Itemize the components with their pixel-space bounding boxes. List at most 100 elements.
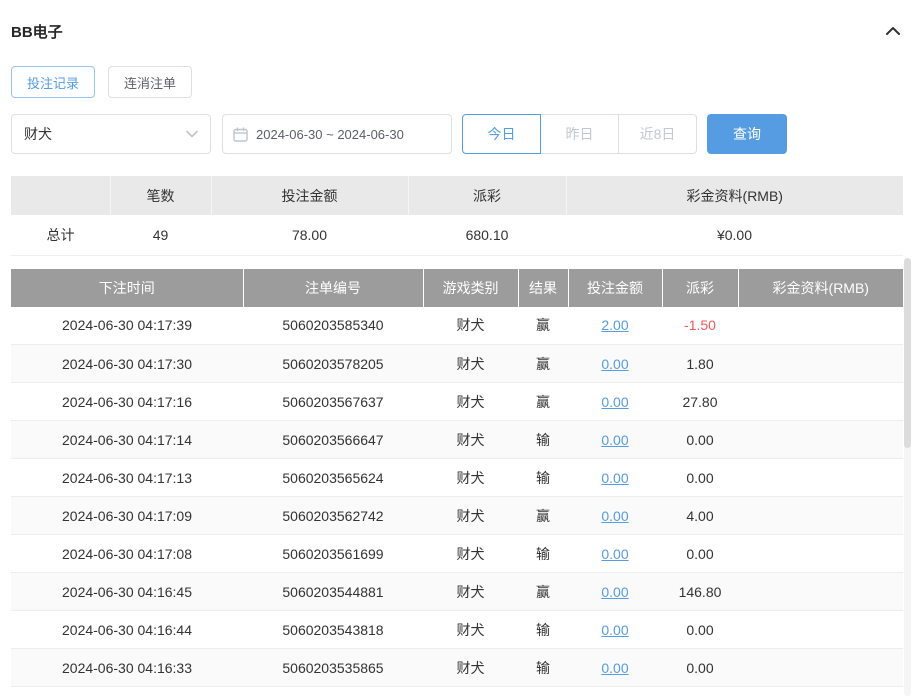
- panel-header: BB电子: [11, 0, 903, 42]
- game-type: 财犬: [423, 306, 518, 345]
- payout-value: 520.40: [662, 686, 738, 698]
- payout-value: 4.00: [662, 496, 738, 535]
- order-id: 5060203566647: [243, 420, 423, 459]
- bet-amount-link[interactable]: 0.00: [601, 622, 628, 638]
- table-row: 2024-06-30 04:17:39 5060203585340 财犬赢 2.00 -…: [11, 306, 903, 345]
- bet-amount-link[interactable]: 0.00: [601, 584, 628, 600]
- quick-range-yesterday[interactable]: 昨日: [540, 114, 619, 154]
- bet-result: 赢: [518, 686, 568, 698]
- game-type: 财犬: [423, 648, 518, 687]
- table-scrollbar-track: [904, 258, 911, 696]
- table-row: 2024-06-30 04:15:565060203507289财犬赢0.005…: [11, 686, 903, 698]
- payout-value: 0.00: [662, 610, 738, 649]
- bet-amount-link[interactable]: 0.00: [601, 546, 628, 562]
- bonus-value: [738, 572, 903, 611]
- chevron-down-icon: [186, 130, 198, 138]
- bet-amount-link[interactable]: 0.00: [601, 508, 628, 524]
- tab-bet-records[interactable]: 投注记录: [11, 66, 96, 98]
- bet-time: 2024-06-30 04:17:39: [11, 306, 243, 345]
- summary-total-count: 49: [110, 215, 211, 256]
- order-id: 5060203507289: [243, 686, 423, 698]
- quick-range-last8days[interactable]: 近8日: [618, 114, 697, 154]
- summary-total-bet: 78.00: [211, 215, 408, 256]
- table-row: 2024-06-30 04:16:44 5060203543818 财犬输 0.00 0…: [11, 610, 903, 649]
- quick-range-today[interactable]: 今日: [462, 114, 541, 154]
- summary-total-label: 总计: [11, 215, 110, 256]
- bet-amount-link[interactable]: 0.00: [601, 470, 628, 486]
- bet-time: 2024-06-30 04:15:56: [11, 686, 243, 698]
- header-bonus: 彩金资料(RMB): [738, 268, 903, 307]
- bonus-value: [738, 382, 903, 421]
- bet-result: 输: [518, 648, 568, 687]
- quick-range-group: 今日 昨日 近8日: [462, 114, 697, 154]
- table-scrollbar-thumb[interactable]: [904, 258, 911, 448]
- summary-header-payout: 派彩: [408, 176, 567, 215]
- bet-amount-cell: 0.00: [568, 686, 662, 698]
- chevron-up-icon: [885, 25, 901, 37]
- summary-header-bet: 投注金额: [211, 176, 409, 215]
- summary-header-count: 笔数: [110, 176, 212, 215]
- payout-value: -1.50: [662, 306, 738, 345]
- header-bet-amount: 投注金额: [568, 268, 663, 307]
- game-type: 财犬: [423, 610, 518, 649]
- game-select-value: 财犬: [24, 126, 52, 142]
- summary-header-blank: [11, 176, 111, 215]
- bet-amount-link[interactable]: 2.00: [601, 317, 628, 333]
- bet-amount-link[interactable]: 0.00: [601, 394, 628, 410]
- game-type: 财犬: [423, 458, 518, 497]
- order-id: 5060203585340: [243, 306, 423, 345]
- bet-result: 输: [518, 420, 568, 459]
- order-id: 5060203561699: [243, 534, 423, 573]
- table-row: 2024-06-30 04:17:08 5060203561699 财犬输 0.00 0…: [11, 534, 903, 573]
- header-result: 结果: [518, 268, 569, 307]
- header-game-type: 游戏类别: [423, 268, 519, 307]
- date-range-value: 2024-06-30 ~ 2024-06-30: [256, 126, 404, 142]
- bet-amount-link[interactable]: 0.00: [601, 356, 628, 372]
- page-title: BB电子: [11, 23, 63, 41]
- order-id: 5060203562742: [243, 496, 423, 535]
- game-select[interactable]: 财犬: [11, 114, 211, 154]
- tab-cascade-orders[interactable]: 连消注单: [108, 66, 193, 98]
- bet-time: 2024-06-30 04:16:44: [11, 610, 243, 649]
- bet-amount-cell: 0.00: [568, 572, 662, 611]
- date-range-input[interactable]: 2024-06-30 ~ 2024-06-30: [222, 114, 452, 154]
- payout-value: 146.80: [662, 572, 738, 611]
- bet-result: 输: [518, 458, 568, 497]
- order-id: 5060203578205: [243, 344, 423, 383]
- bet-result: 赢: [518, 496, 568, 535]
- bonus-value: [738, 420, 903, 459]
- bet-amount-link[interactable]: 0.00: [601, 432, 628, 448]
- query-button[interactable]: 查询: [707, 114, 787, 154]
- table-row: 2024-06-30 04:16:33 5060203535865 财犬输 0.00 0…: [11, 648, 903, 687]
- game-type: 财犬: [423, 420, 518, 459]
- bet-time: 2024-06-30 04:16:45: [11, 572, 243, 611]
- bet-table: 下注时间 注单编号 游戏类别 结果 投注金额 派彩 彩金资料(RMB) 2024…: [11, 268, 903, 698]
- bet-result: 赢: [518, 382, 568, 421]
- bet-time: 2024-06-30 04:17:14: [11, 420, 243, 459]
- game-type: 财犬: [423, 686, 518, 698]
- bet-amount-link[interactable]: 0.00: [601, 660, 628, 676]
- order-id: 5060203535865: [243, 648, 423, 687]
- calendar-icon: [233, 127, 248, 142]
- table-row: 2024-06-30 04:16:45 5060203544881 财犬赢 0.00 1…: [11, 572, 903, 611]
- bet-amount-cell: 0.00: [568, 610, 662, 649]
- header-order-id: 注单编号: [243, 268, 424, 307]
- summary-total-payout: 680.10: [408, 215, 566, 256]
- payout-value: 1.80: [662, 344, 738, 383]
- game-type: 财犬: [423, 382, 518, 421]
- bet-result: 输: [518, 610, 568, 649]
- collapse-button[interactable]: [883, 23, 903, 39]
- summary-total-bonus: ¥0.00: [566, 215, 903, 256]
- summary-header-bonus: 彩金资料(RMB): [566, 176, 903, 215]
- bet-amount-cell: 0.00: [568, 420, 662, 459]
- bonus-value: [738, 496, 903, 535]
- summary-table: 笔数 投注金额 派彩 彩金资料(RMB) 总计 49 78.00 680.10 …: [11, 176, 903, 256]
- bet-time: 2024-06-30 04:17:13: [11, 458, 243, 497]
- payout-value: 0.00: [662, 458, 738, 497]
- game-type: 财犬: [423, 534, 518, 573]
- bonus-value: [738, 610, 903, 649]
- table-row: 2024-06-30 04:17:30 5060203578205 财犬赢 0.00 1…: [11, 344, 903, 383]
- bonus-value: [738, 648, 903, 687]
- order-id: 5060203544881: [243, 572, 423, 611]
- game-type: 财犬: [423, 496, 518, 535]
